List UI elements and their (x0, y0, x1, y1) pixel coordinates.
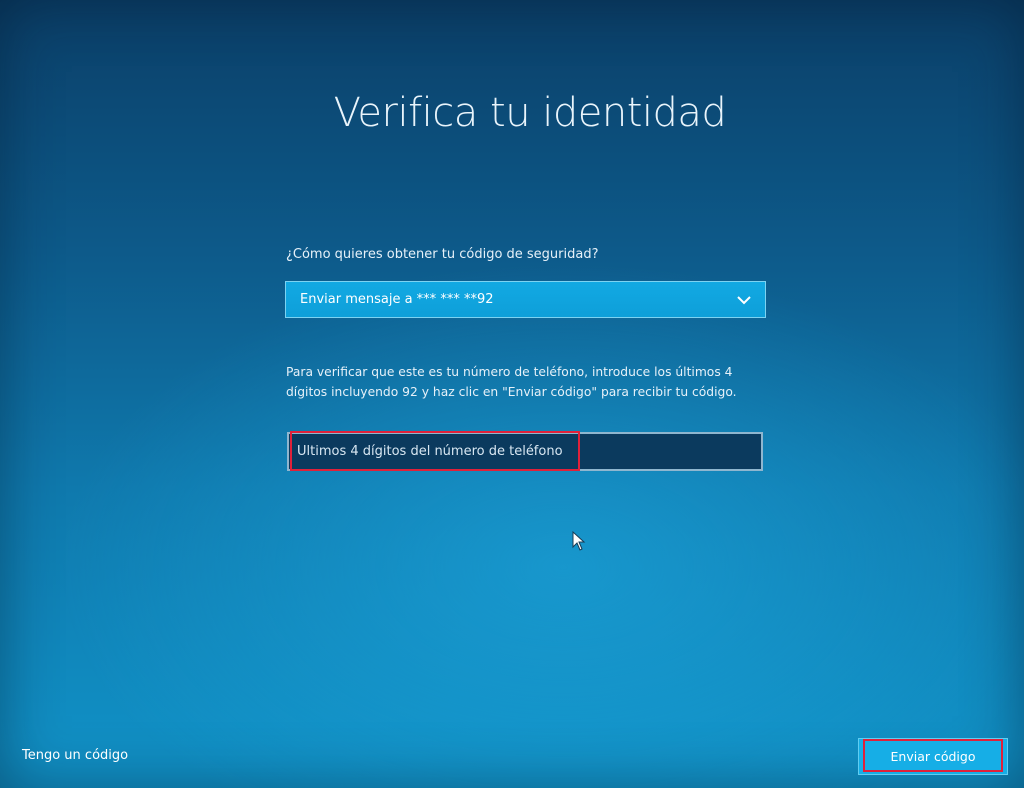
mouse-cursor-icon (572, 531, 586, 551)
method-label: ¿Cómo quieres obtener tu código de segur… (286, 247, 599, 262)
phone-digits-input[interactable] (289, 434, 761, 469)
send-code-button[interactable]: Enviar código (858, 738, 1008, 775)
phone-digits-field (287, 432, 763, 471)
page-title: Verifica tu identidad (333, 90, 727, 136)
method-dropdown[interactable]: Enviar mensaje a *** *** **92 (285, 281, 766, 318)
instructions-text: Para verificar que este es tu número de … (286, 365, 737, 399)
have-code-link[interactable]: Tengo un código (22, 748, 128, 763)
method-dropdown-value: Enviar mensaje a *** *** **92 (300, 292, 494, 307)
chevron-down-icon (737, 296, 751, 305)
